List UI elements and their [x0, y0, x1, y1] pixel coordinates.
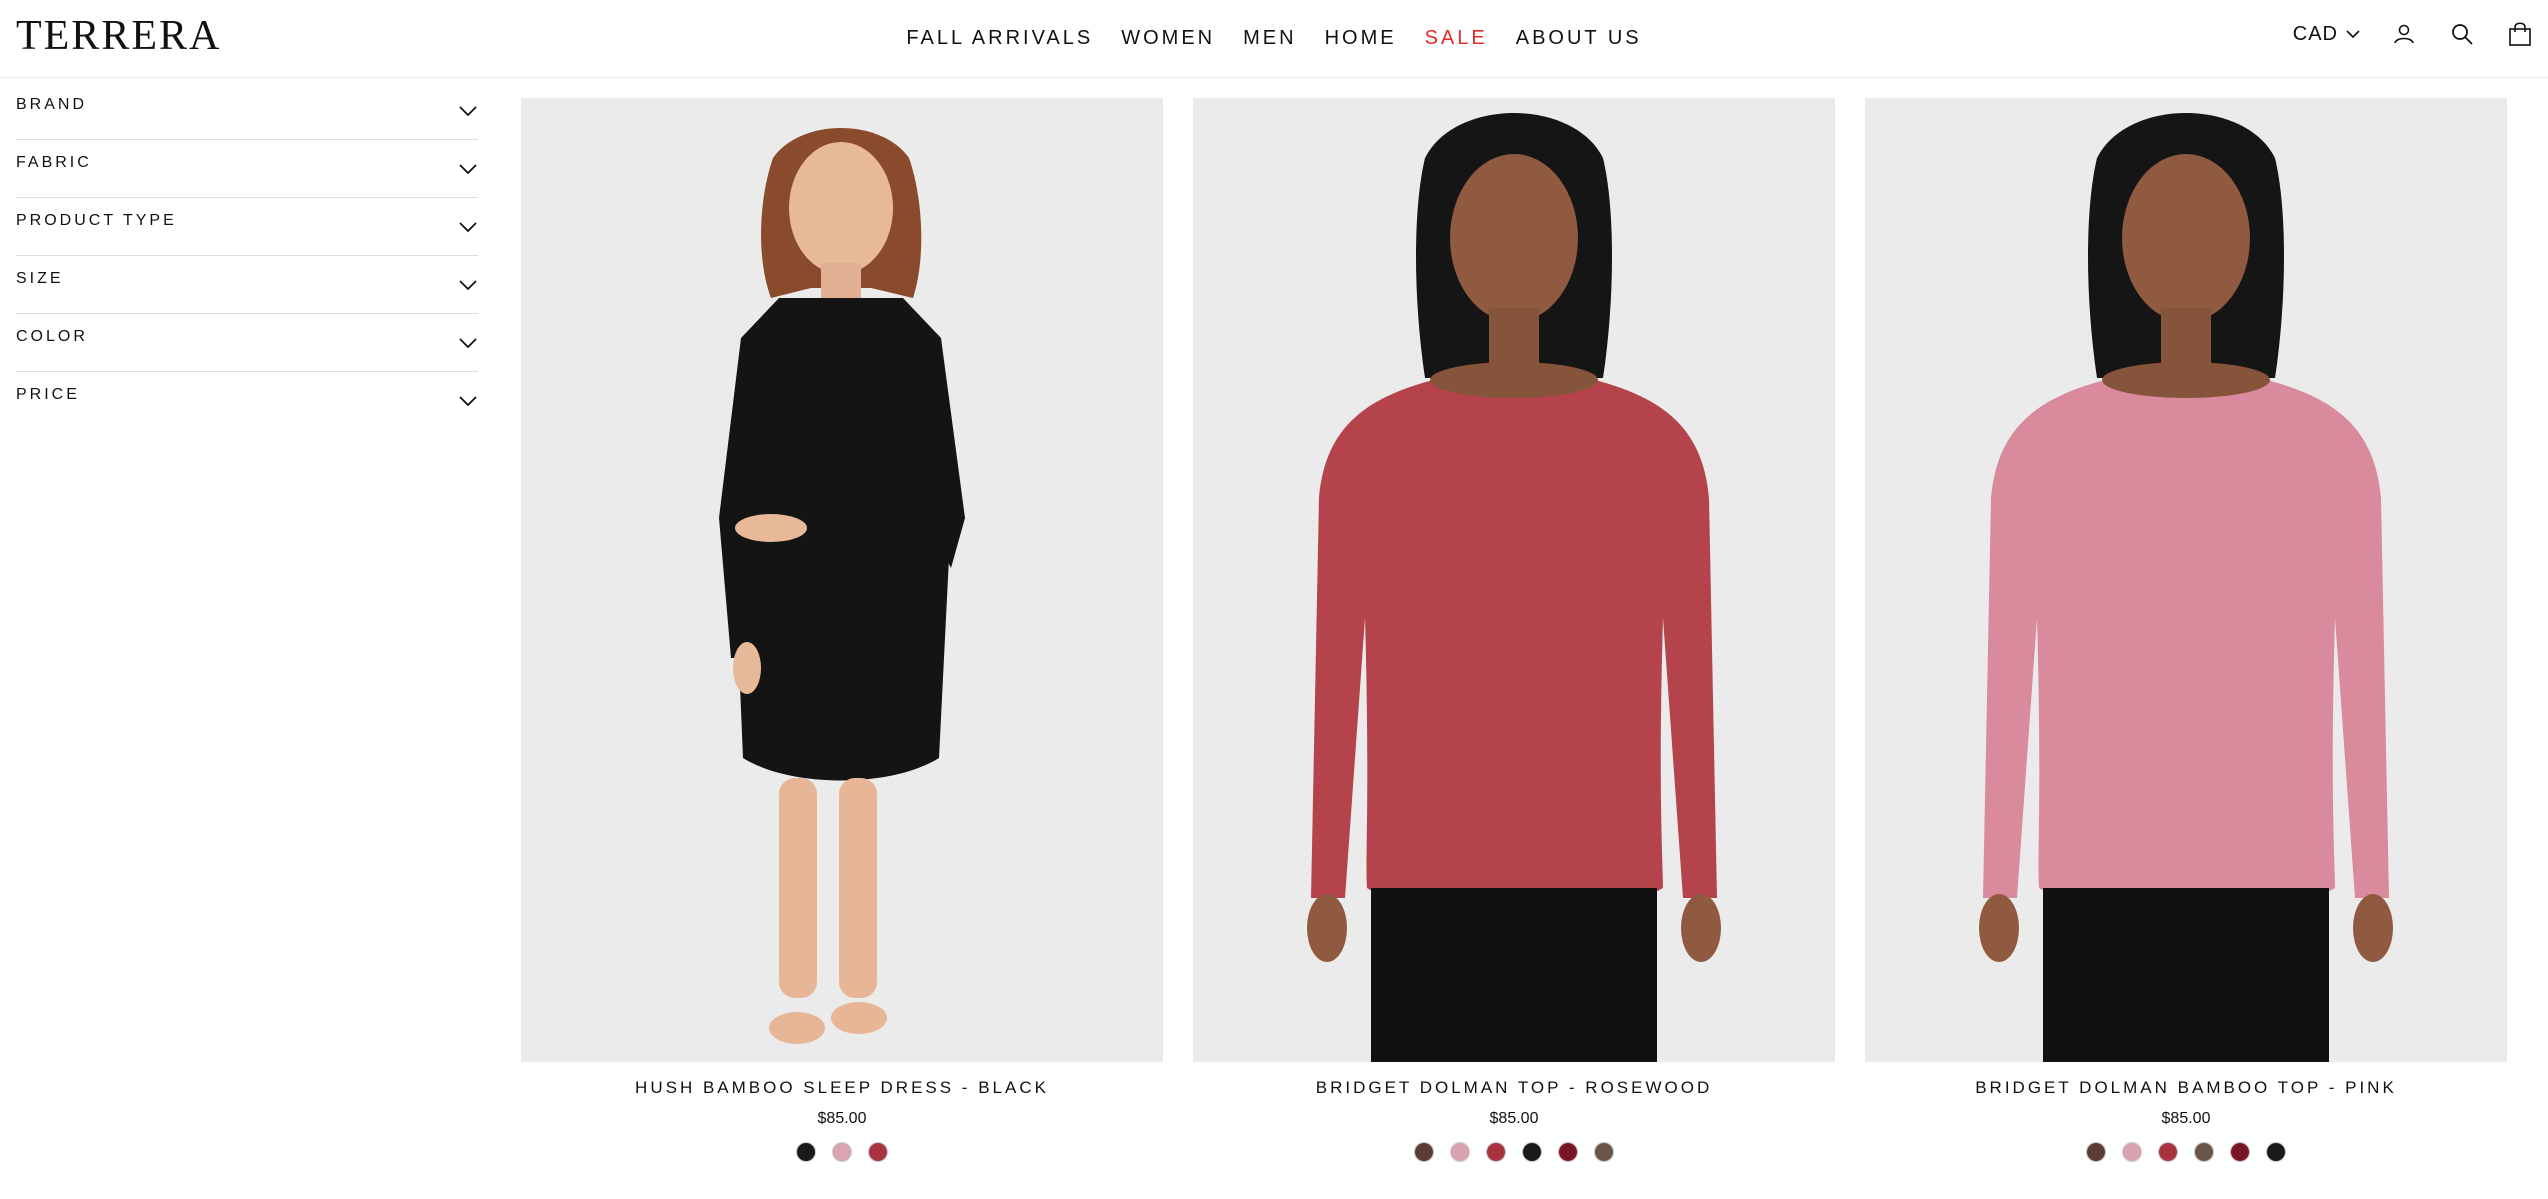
product-grid: HUSH BAMBOO SLEEP DRESS - BLACK $85.00 B…	[521, 98, 2507, 1162]
nav-item-women[interactable]: WOMEN	[1121, 25, 1215, 51]
color-swatch[interactable]	[1522, 1142, 1542, 1162]
filter-label: PRODUCT TYPE	[16, 212, 177, 229]
product-price: $85.00	[2161, 1110, 2211, 1127]
color-swatch[interactable]	[2086, 1142, 2106, 1162]
color-swatch[interactable]	[1450, 1142, 1470, 1162]
product-card: HUSH BAMBOO SLEEP DRESS - BLACK $85.00	[521, 98, 1163, 1162]
product-image[interactable]	[1193, 98, 1835, 1062]
filter-label: BRAND	[16, 96, 88, 113]
nav-item-home[interactable]: HOME	[1325, 25, 1397, 51]
color-swatches	[1193, 1142, 1835, 1162]
chevron-down-icon	[458, 336, 478, 350]
color-swatches	[521, 1142, 1163, 1162]
color-swatch[interactable]	[2122, 1142, 2142, 1162]
nav-item-about-us[interactable]: ABOUT US	[1516, 25, 1642, 51]
filter-fabric[interactable]: FABRIC	[16, 140, 478, 198]
color-swatch[interactable]	[832, 1142, 852, 1162]
header-actions: CAD	[2293, 20, 2534, 48]
nav-item-men[interactable]: MEN	[1243, 25, 1296, 51]
cart-icon[interactable]	[2506, 20, 2534, 48]
chevron-down-icon	[458, 162, 478, 176]
color-swatch[interactable]	[1594, 1142, 1614, 1162]
product-price: $85.00	[1489, 1110, 1539, 1127]
color-swatch[interactable]	[2266, 1142, 2286, 1162]
filter-brand[interactable]: BRAND	[16, 82, 478, 140]
nav-item-fall-arrivals[interactable]: FALL ARRIVALS	[906, 25, 1093, 51]
filter-sidebar: BRAND FABRIC PRODUCT TYPE SIZE COLOR PRI…	[16, 82, 478, 430]
chevron-down-icon	[2346, 29, 2360, 39]
filter-label: COLOR	[16, 328, 88, 345]
product-title[interactable]: BRIDGET DOLMAN BAMBOO TOP - PINK	[1865, 1078, 2507, 1098]
search-icon[interactable]	[2448, 20, 2476, 48]
chevron-down-icon	[458, 104, 478, 118]
nav-item-sale[interactable]: SALE	[1425, 25, 1488, 51]
currency-selector[interactable]: CAD	[2293, 23, 2360, 46]
main-nav: FALL ARRIVALS WOMEN MEN HOME SALE ABOUT …	[0, 25, 2548, 51]
product-title[interactable]: HUSH BAMBOO SLEEP DRESS - BLACK	[521, 1078, 1163, 1098]
color-swatches	[1865, 1142, 2507, 1162]
chevron-down-icon	[458, 220, 478, 234]
color-swatch[interactable]	[1486, 1142, 1506, 1162]
color-swatch[interactable]	[2194, 1142, 2214, 1162]
filter-label: PRICE	[16, 386, 80, 403]
product-image[interactable]	[1865, 98, 2507, 1062]
filter-label: SIZE	[16, 270, 64, 287]
color-swatch[interactable]	[2158, 1142, 2178, 1162]
color-swatch[interactable]	[868, 1142, 888, 1162]
product-title[interactable]: BRIDGET DOLMAN TOP - ROSEWOOD	[1193, 1078, 1835, 1098]
chevron-down-icon	[458, 394, 478, 408]
filter-price[interactable]: PRICE	[16, 372, 478, 430]
filter-color[interactable]: COLOR	[16, 314, 478, 372]
product-card: BRIDGET DOLMAN BAMBOO TOP - PINK $85.00	[1865, 98, 2507, 1162]
color-swatch[interactable]	[2230, 1142, 2250, 1162]
product-card: BRIDGET DOLMAN TOP - ROSEWOOD $85.00	[1193, 98, 1835, 1162]
filter-label: FABRIC	[16, 154, 92, 171]
chevron-down-icon	[458, 278, 478, 292]
filter-product-type[interactable]: PRODUCT TYPE	[16, 198, 478, 256]
color-swatch[interactable]	[1558, 1142, 1578, 1162]
color-swatch[interactable]	[1414, 1142, 1434, 1162]
site-header: TERRERA FALL ARRIVALS WOMEN MEN HOME SAL…	[0, 0, 2548, 78]
product-price: $85.00	[817, 1110, 867, 1127]
color-swatch[interactable]	[796, 1142, 816, 1162]
filter-size[interactable]: SIZE	[16, 256, 478, 314]
product-image[interactable]	[521, 98, 1163, 1062]
currency-label: CAD	[2292, 22, 2338, 45]
user-icon[interactable]	[2390, 20, 2418, 48]
